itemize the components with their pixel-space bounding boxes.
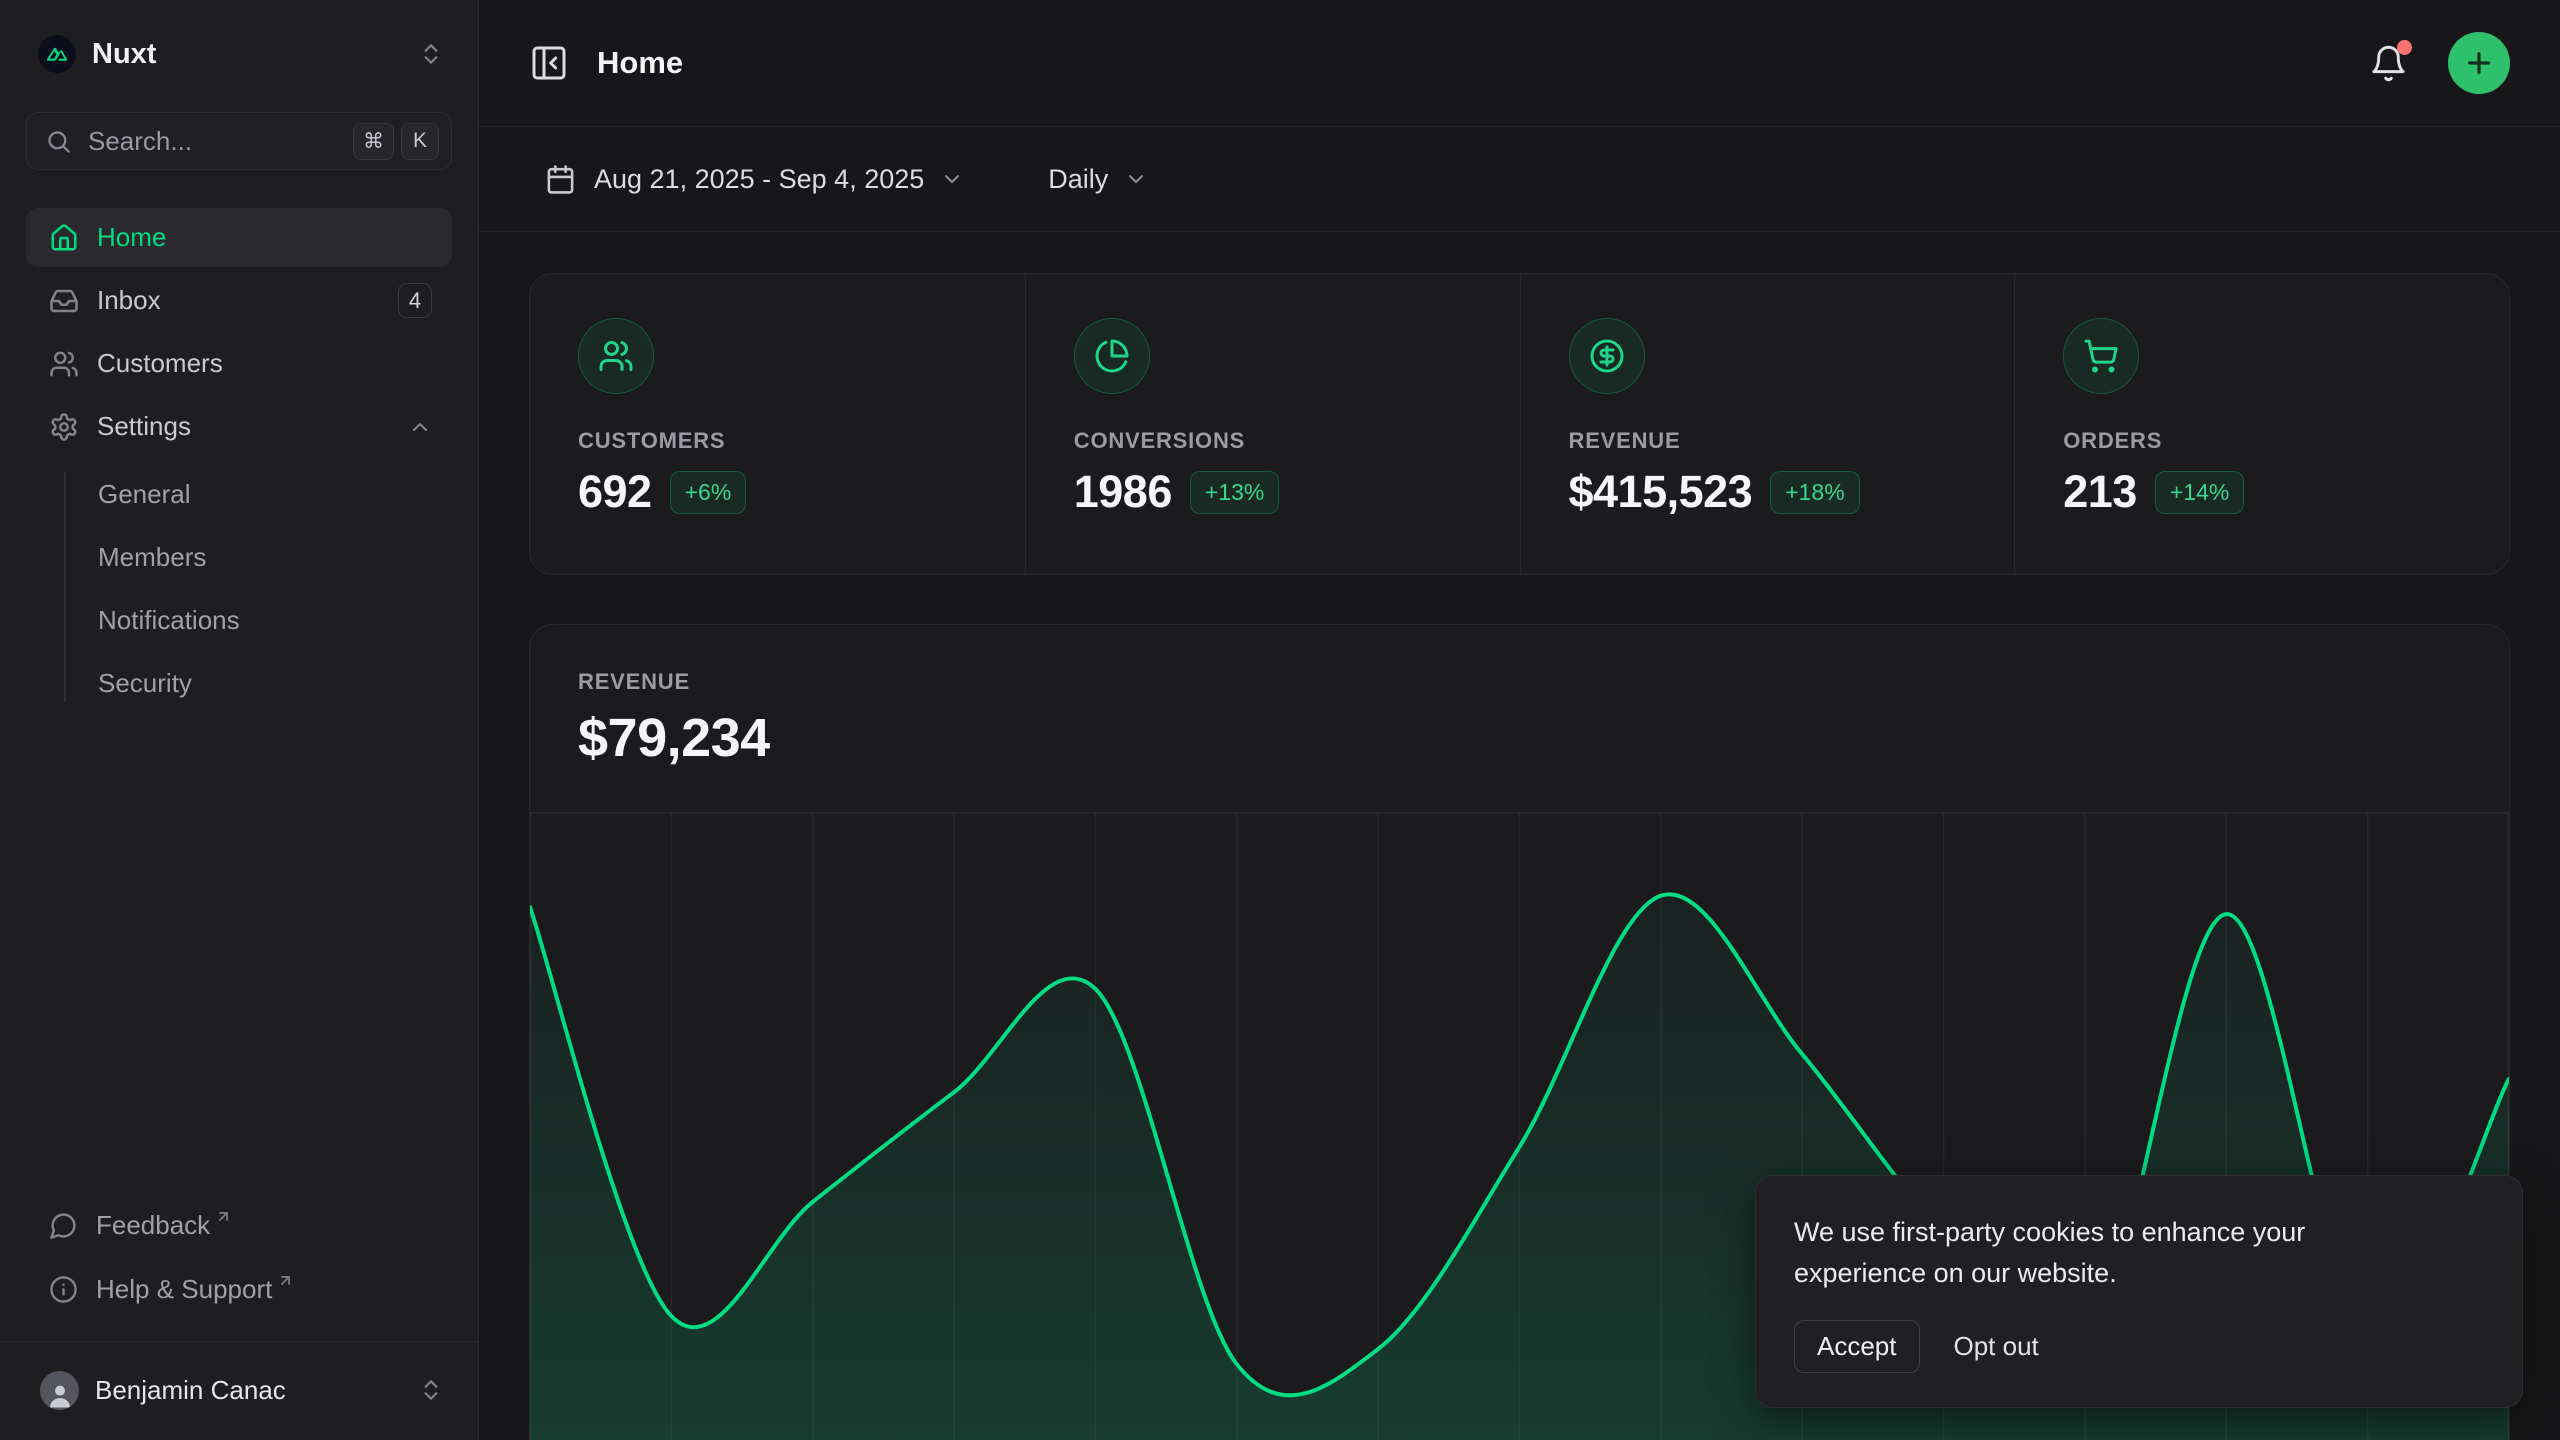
calendar-icon: [545, 164, 576, 195]
page-title: Home: [597, 45, 683, 81]
date-range-value: Aug 21, 2025 - Sep 4, 2025: [594, 164, 924, 195]
inbox-count-badge: 4: [398, 283, 432, 318]
cookie-message: We use first-party cookies to enhance yo…: [1794, 1212, 2444, 1294]
nuxt-logo-icon: [38, 35, 76, 73]
settings-submenu: General Members Notifications Security: [26, 466, 452, 712]
granularity-select[interactable]: Daily: [1034, 154, 1162, 205]
stat-revenue[interactable]: REVENUE $415,523 +18%: [1520, 274, 2015, 574]
search-input[interactable]: Search... ⌘ K: [26, 112, 452, 170]
stat-value: 1986: [1074, 466, 1172, 518]
cart-icon: [2063, 318, 2139, 394]
stat-value: $415,523: [1569, 466, 1753, 518]
home-icon: [49, 223, 79, 253]
external-link-icon: [277, 1272, 294, 1289]
chevrons-up-down-icon: [418, 1377, 444, 1403]
cookie-accept-button[interactable]: Accept: [1794, 1320, 1920, 1373]
sidebar-item-customers[interactable]: Customers: [26, 334, 452, 393]
sidebar-item-settings[interactable]: Settings: [26, 397, 452, 456]
sidebar-item-notifications[interactable]: Notifications: [26, 592, 452, 649]
stats-card: CUSTOMERS 692 +6% CONVERSIONS 1986 +13%: [529, 273, 2510, 575]
stat-delta-badge: +13%: [1190, 471, 1279, 514]
sidebar-nav: Home Inbox 4 Customers Settings: [26, 208, 452, 712]
revenue-chart-value: $79,234: [578, 707, 2461, 769]
add-button[interactable]: [2448, 32, 2510, 94]
stat-conversions[interactable]: CONVERSIONS 1986 +13%: [1025, 274, 1520, 574]
sidebar-item-label: Settings: [97, 411, 191, 442]
stat-delta-badge: +6%: [670, 471, 747, 514]
granularity-value: Daily: [1048, 164, 1108, 195]
info-icon: [49, 1275, 78, 1304]
chevrons-up-down-icon: [418, 41, 444, 67]
message-circle-icon: [49, 1211, 78, 1240]
gear-icon: [49, 412, 79, 442]
sidebar-item-label: Customers: [97, 348, 223, 379]
chevron-up-icon: [408, 415, 432, 439]
plus-icon: [2463, 47, 2495, 79]
kbd-k: K: [401, 123, 439, 160]
search-icon: [45, 128, 72, 155]
cookie-banner: We use first-party cookies to enhance yo…: [1755, 1175, 2523, 1408]
panel-left-close-icon: [529, 43, 569, 83]
users-icon: [578, 318, 654, 394]
stat-label: CONVERSIONS: [1074, 428, 1472, 454]
sidebar-item-general[interactable]: General: [26, 466, 452, 523]
search-placeholder: Search...: [88, 126, 192, 157]
pie-chart-icon: [1074, 318, 1150, 394]
notifications-button[interactable]: [2363, 38, 2414, 89]
inbox-icon: [49, 286, 79, 316]
stat-orders[interactable]: ORDERS 213 +14%: [2014, 274, 2509, 574]
users-icon: [49, 349, 79, 379]
sidebar-item-label: Home: [97, 222, 166, 253]
stat-value: 213: [2063, 466, 2137, 518]
sidebar: Nuxt Search... ⌘ K Home: [0, 0, 479, 1440]
stat-delta-badge: +18%: [1770, 471, 1859, 514]
feedback-link[interactable]: Feedback: [26, 1199, 452, 1251]
notification-dot: [2397, 40, 2412, 55]
stat-label: ORDERS: [2063, 428, 2461, 454]
main-area: Home Aug 21, 2025 - Sep 4, 2025 Daily: [479, 0, 2560, 1440]
sidebar-item-security[interactable]: Security: [26, 655, 452, 712]
sidebar-item-inbox[interactable]: Inbox 4: [26, 271, 452, 330]
dollar-circle-icon: [1569, 318, 1645, 394]
chevron-down-icon: [1124, 167, 1148, 191]
workspace-name: Nuxt: [92, 38, 156, 71]
sidebar-collapse-button[interactable]: [521, 35, 577, 91]
stat-delta-badge: +14%: [2155, 471, 2244, 514]
stat-label: CUSTOMERS: [578, 428, 977, 454]
sidebar-item-label: Inbox: [97, 285, 161, 316]
user-name: Benjamin Canac: [95, 1375, 286, 1406]
help-support-link[interactable]: Help & Support: [26, 1263, 452, 1315]
page-header: Home: [479, 0, 2560, 127]
date-range-picker[interactable]: Aug 21, 2025 - Sep 4, 2025: [529, 154, 978, 205]
feedback-label: Feedback: [96, 1210, 210, 1241]
revenue-chart-label: REVENUE: [578, 669, 2461, 695]
sidebar-item-members[interactable]: Members: [26, 529, 452, 586]
sidebar-item-home[interactable]: Home: [26, 208, 452, 267]
stat-label: REVENUE: [1569, 428, 1967, 454]
workspace-switcher[interactable]: Nuxt: [26, 22, 452, 86]
cookie-optout-button[interactable]: Opt out: [1954, 1331, 2039, 1362]
chevron-down-icon: [940, 167, 964, 191]
stat-customers[interactable]: CUSTOMERS 692 +6%: [530, 274, 1025, 574]
help-support-label: Help & Support: [96, 1274, 272, 1305]
filters-toolbar: Aug 21, 2025 - Sep 4, 2025 Daily: [479, 127, 2560, 232]
stat-value: 692: [578, 466, 652, 518]
user-menu[interactable]: Benjamin Canac: [26, 1360, 452, 1420]
avatar: [40, 1371, 79, 1410]
external-link-icon: [215, 1208, 232, 1225]
kbd-meta: ⌘: [353, 123, 394, 160]
submenu-guide-line: [64, 472, 66, 702]
